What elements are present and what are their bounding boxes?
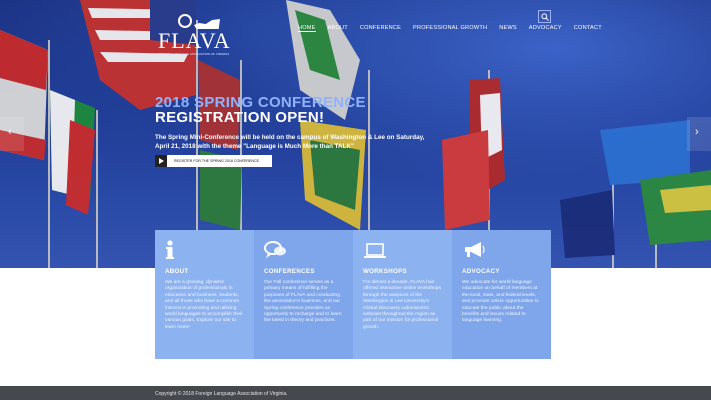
card-about[interactable]: ABOUT We are a growing, dynamic organiza…	[155, 230, 254, 359]
card-about-body: We are a growing, dynamic organization o…	[165, 280, 243, 330]
chevron-right-icon: ›	[695, 126, 699, 138]
laptop-icon	[363, 240, 442, 260]
register-conference-button[interactable]: REGISTER FOR THE SPRING 2018 CONFERENCE	[155, 155, 272, 167]
nav-home[interactable]: HOME	[298, 25, 316, 32]
card-advocacy[interactable]: ADVOCACY We advocate for world language …	[452, 230, 551, 359]
register-button-label: REGISTER FOR THE SPRING 2018 CONFERENCE	[174, 159, 260, 163]
card-conferences[interactable]: CONFERENCES Our Fall conference serves a…	[254, 230, 353, 359]
feature-cards: ABOUT We are a growing, dynamic organiza…	[155, 230, 551, 359]
nav-conference[interactable]: CONFERENCE	[360, 25, 401, 32]
search-button[interactable]	[538, 10, 551, 23]
main-navigation: HOME ABOUT CONFERENCE PROFESSIONAL GROWT…	[298, 25, 614, 32]
footer-copyright: Copyright © 2018 Foreign Language Associ…	[155, 391, 288, 397]
nav-professional-growth[interactable]: PROFESSIONAL GROWTH	[413, 25, 487, 32]
card-conferences-body: Our Fall conference serves as a primary …	[264, 280, 342, 324]
card-advocacy-body: We advocate for world language education…	[462, 280, 539, 324]
sun-logo-icon	[178, 14, 192, 28]
card-advocacy-title: ADVOCACY	[462, 268, 500, 275]
hero-headline-secondary: REGISTRATION OPEN!	[155, 109, 325, 126]
nav-about[interactable]: ABOUT	[328, 25, 348, 32]
nav-news[interactable]: NEWS	[499, 25, 517, 32]
nav-advocacy[interactable]: ADVOCACY	[529, 25, 562, 32]
logo-tagline: FOREIGN LANGUAGE ASSOCIATION OF VIRGINIA	[158, 52, 230, 56]
card-workshops-body: For almost a decade, FLAVA has offered i…	[363, 280, 441, 330]
nav-contact[interactable]: CONTACT	[574, 25, 602, 32]
hero-banner: FLAVA FOREIGN LANGUAGE ASSOCIATION OF VI…	[0, 0, 711, 268]
card-workshops[interactable]: WORKSHOPS For almost a decade, FLAVA has…	[353, 230, 452, 359]
card-workshops-title: WORKSHOPS	[363, 268, 407, 275]
hero-intro-text: The Spring Mini-Conference will be held …	[155, 134, 425, 150]
flava-logo[interactable]: FLAVA FOREIGN LANGUAGE ASSOCIATION OF VI…	[158, 14, 242, 56]
card-conferences-title: CONFERENCES	[264, 268, 315, 275]
chat-bubbles-icon	[264, 240, 343, 260]
logo-text: FLAVA	[158, 28, 231, 53]
play-icon	[155, 155, 167, 167]
chevron-left-icon: ‹	[8, 126, 12, 138]
slider-prev-button[interactable]: ‹	[0, 117, 24, 151]
info-icon	[165, 240, 244, 260]
megaphone-icon	[462, 240, 541, 260]
search-icon	[541, 13, 549, 21]
site-footer: Copyright © 2018 Foreign Language Associ…	[0, 386, 711, 400]
slider-next-button[interactable]: ›	[687, 117, 711, 151]
card-about-title: ABOUT	[165, 268, 189, 275]
